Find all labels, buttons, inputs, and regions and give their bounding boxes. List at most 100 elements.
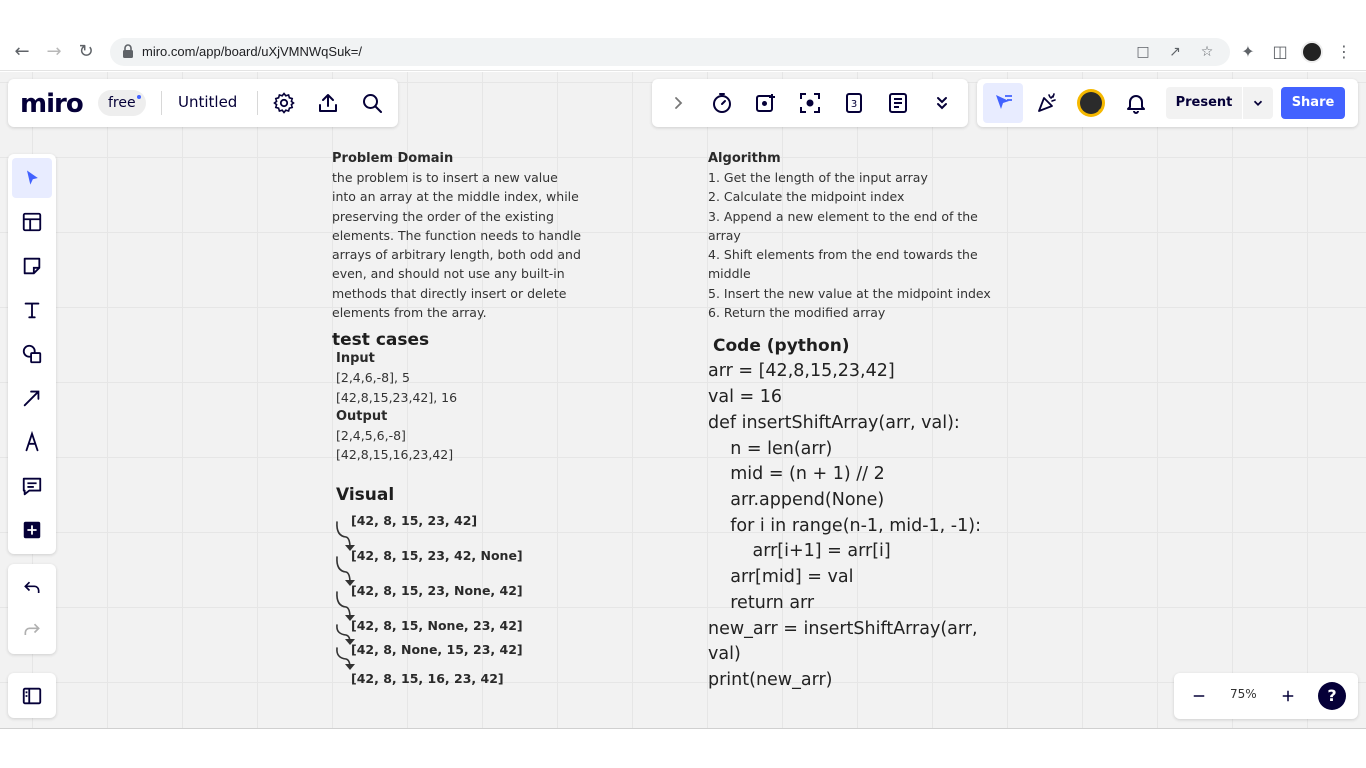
comment-tool[interactable]: [12, 466, 52, 506]
code-line: arr[i+1] = arr[i]: [708, 541, 891, 561]
redo-button[interactable]: [12, 610, 52, 650]
code-line: mid = (n + 1) // 2: [708, 464, 885, 484]
code-line: val): [708, 644, 741, 664]
browser-tab-strip: [0, 0, 1366, 33]
divider: [161, 91, 162, 115]
miro-logo[interactable]: miro: [20, 89, 84, 119]
countdown-icon[interactable]: 3: [842, 91, 866, 115]
more-apps-tool[interactable]: [12, 510, 52, 550]
test-input: [2,4,6,-8], 5: [336, 370, 410, 385]
share-page-icon[interactable]: ↗: [1166, 43, 1184, 61]
zoom-panel: 75% ?: [1174, 673, 1358, 719]
templates-icon: [22, 212, 42, 232]
board-canvas[interactable]: [0, 72, 1366, 728]
code-line: arr = [42,8,15,23,42]: [708, 361, 895, 381]
visual-step: [42, 8, 15, None, 23, 42]: [351, 618, 523, 633]
bottom-strip: [0, 728, 1366, 768]
shapes-tool[interactable]: [12, 334, 52, 374]
lock-icon: [123, 44, 133, 58]
side-panel-icon[interactable]: ◫: [1270, 42, 1290, 62]
collaboration-toolbar: 3: [652, 79, 968, 127]
step-arrow: [336, 556, 351, 584]
undo-icon: [24, 581, 40, 593]
visual-step: [42, 8, None, 15, 23, 42]: [351, 642, 523, 657]
sidebar-toggle-icon: [22, 687, 42, 705]
code-line: arr[mid] = val: [708, 567, 854, 587]
cursors-visibility-icon[interactable]: [991, 91, 1015, 115]
export-upload-icon[interactable]: [316, 91, 340, 115]
zoom-in-icon[interactable]: [1279, 687, 1297, 705]
templates-tool[interactable]: [12, 202, 52, 242]
algorithm-line: 1. Get the length of the input array: [708, 170, 928, 185]
visual-step: [42, 8, 15, 23, 42, None]: [351, 548, 523, 563]
step-arrow: [336, 591, 351, 619]
board-title[interactable]: Untitled: [178, 93, 237, 111]
more-chevrons-down-icon[interactable]: [930, 91, 954, 115]
algorithm-line: middle: [708, 266, 751, 282]
search-icon[interactable]: [360, 91, 384, 115]
problem-domain-heading: Problem Domain: [332, 151, 454, 166]
zoom-out-icon[interactable]: [1190, 687, 1208, 705]
timer-icon[interactable]: [710, 91, 734, 115]
plan-badge[interactable]: free: [98, 90, 146, 116]
arrow-head: [345, 580, 355, 586]
bookmark-star-icon[interactable]: ☆: [1198, 43, 1216, 61]
pen-tool[interactable]: [12, 422, 52, 462]
svg-text:3: 3: [851, 99, 857, 110]
visual-step: [42, 8, 15, 16, 23, 42]: [351, 671, 504, 686]
zoom-level[interactable]: 75%: [1230, 687, 1257, 701]
algorithm-line: 5. Insert the new value at the midpoint …: [708, 285, 991, 301]
code-line: return arr: [708, 593, 815, 613]
clipboard-icon[interactable]: □: [1134, 43, 1152, 61]
screen-focus-icon[interactable]: [798, 91, 822, 115]
problem-line: into an array at the middle index, while: [332, 189, 579, 205]
arrow-head: [345, 639, 355, 645]
profile-avatar[interactable]: [1301, 41, 1323, 63]
algorithm-line: array: [708, 227, 741, 243]
sticky-note-tool[interactable]: [12, 246, 52, 286]
board-panel-toggle[interactable]: [8, 673, 56, 718]
problem-line: preserving the order of the existing: [332, 208, 554, 224]
select-tool[interactable]: [12, 158, 52, 198]
reactions-party-icon[interactable]: [1035, 91, 1059, 115]
output-label: Output: [336, 409, 388, 424]
text-tool[interactable]: [12, 290, 52, 330]
reload-icon[interactable]: ↻: [75, 41, 97, 63]
pen-icon: [25, 431, 39, 452]
undo-redo-panel: [8, 564, 56, 654]
connection-line-tool[interactable]: [12, 378, 52, 418]
present-dropdown[interactable]: [1243, 87, 1273, 119]
cursor-icon: [27, 170, 38, 185]
browser-address-bar-row: ← → ↻ miro.com/app/board/uXjVMNWqSuk=/ □…: [0, 33, 1366, 71]
problem-line: elements. The function needs to handle: [332, 227, 582, 243]
undo-button[interactable]: [12, 568, 52, 608]
back-icon[interactable]: ←: [11, 41, 33, 63]
forward-icon[interactable]: →: [43, 41, 65, 63]
arrow-head: [345, 664, 355, 670]
algorithm-heading: Algorithm: [708, 151, 781, 166]
browser-menu-icon[interactable]: ⋮: [1334, 42, 1354, 62]
url-text: miro.com/app/board/uXjVMNWqSuk=/: [142, 44, 363, 59]
problem-line: even, and should not use any built-in: [332, 266, 565, 282]
text-icon: [24, 302, 40, 319]
arrow-head: [345, 615, 355, 621]
plus-square-icon: [23, 521, 41, 539]
settings-gear-icon[interactable]: [272, 91, 296, 115]
board-header-panel: miro free Untitled: [8, 79, 398, 127]
user-avatar[interactable]: ⚡: [1077, 89, 1105, 117]
bell-notifications-icon[interactable]: [1124, 91, 1148, 115]
help-button[interactable]: ?: [1318, 682, 1346, 710]
problem-line: methods that directly insert or delete: [332, 285, 567, 301]
input-label: Input: [336, 351, 375, 366]
notes-icon[interactable]: [886, 91, 910, 115]
lightning-icon: ⚡: [1097, 107, 1104, 117]
divider: [257, 91, 258, 115]
extensions-puzzle-icon[interactable]: ✦: [1238, 42, 1258, 62]
present-button[interactable]: Present: [1166, 87, 1242, 119]
chevron-right-icon[interactable]: [666, 91, 690, 115]
problem-line: the problem is to insert a new value: [332, 170, 558, 185]
address-bar[interactable]: miro.com/app/board/uXjVMNWqSuk=/ □ ↗ ☆: [110, 38, 1230, 66]
activity-icon[interactable]: [754, 91, 778, 115]
visual-step-arrows: [336, 521, 355, 670]
share-button[interactable]: Share: [1281, 87, 1345, 119]
